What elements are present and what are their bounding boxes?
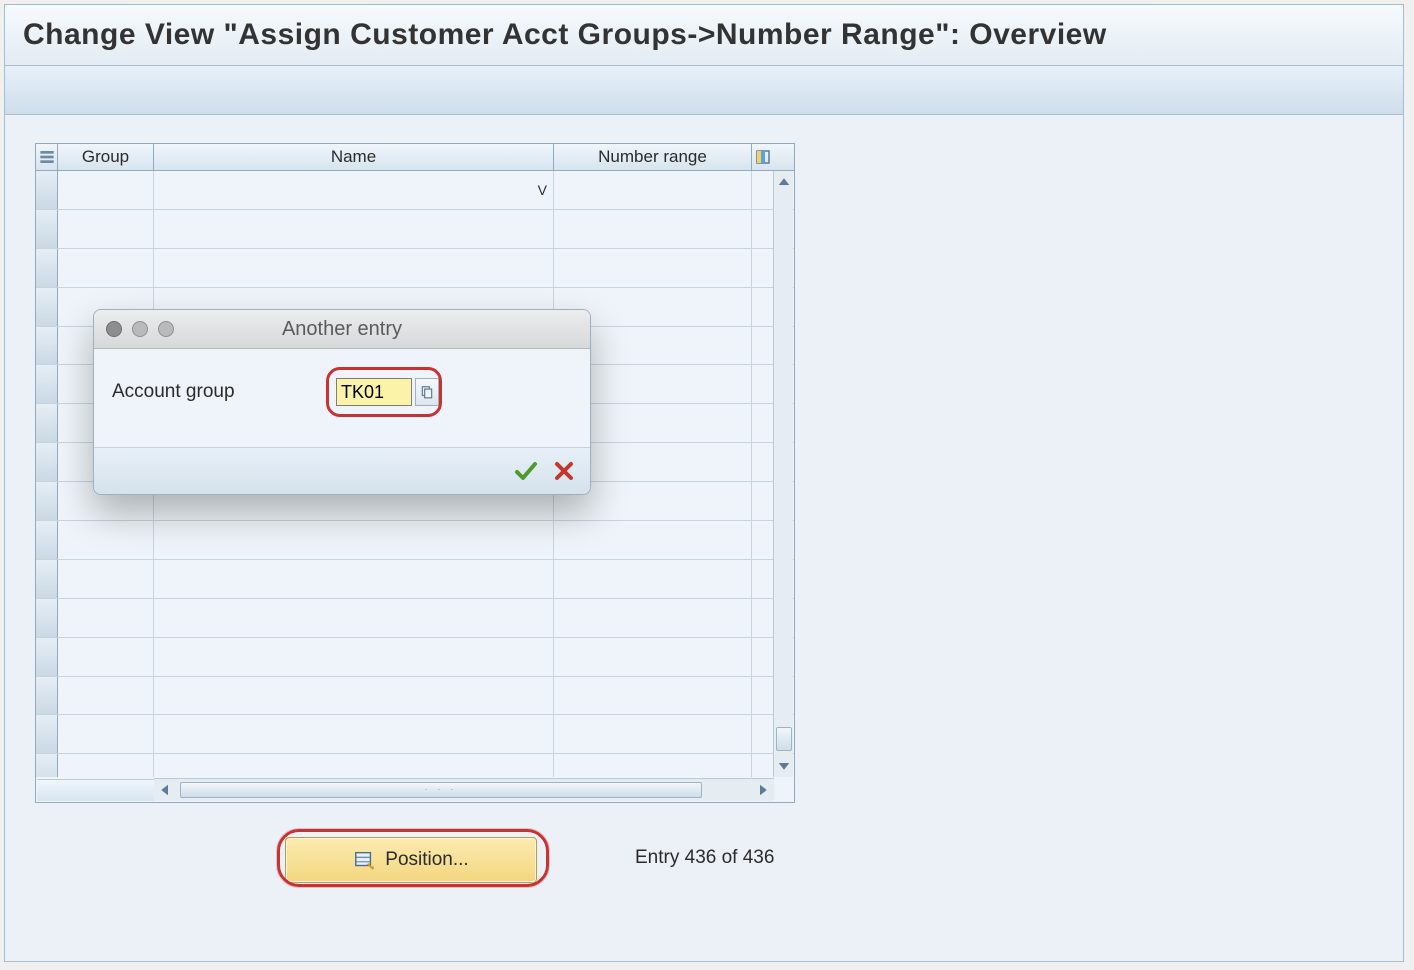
scroll-left-icon <box>156 781 174 799</box>
confirm-button[interactable] <box>514 459 538 483</box>
row-selector[interactable] <box>36 754 58 777</box>
select-rows-icon <box>39 149 55 165</box>
search-help-icon <box>420 385 434 399</box>
row-selector[interactable] <box>36 677 58 715</box>
table-row[interactable] <box>36 599 794 638</box>
dialog-footer <box>94 447 590 494</box>
table-row[interactable] <box>36 715 794 754</box>
row-selector[interactable] <box>36 443 58 481</box>
table-settings-icon <box>755 149 771 165</box>
cell-name-text: V <box>538 182 547 198</box>
column-header-range[interactable]: Number range <box>554 144 752 170</box>
scroll-right-icon <box>754 781 772 799</box>
cell-name[interactable]: V <box>154 171 554 209</box>
scroll-thumb-h[interactable] <box>180 782 702 798</box>
content-area: Group Name Number range V <box>35 143 795 803</box>
row-selector[interactable] <box>36 560 58 598</box>
app-window: Change View "Assign Customer Acct Groups… <box>4 4 1404 962</box>
column-header-group[interactable]: Group <box>58 144 154 170</box>
dialog-body: Account group <box>94 349 590 447</box>
table-row[interactable] <box>36 521 794 560</box>
entry-count-label: Entry 436 of 436 <box>635 847 774 869</box>
zoom-dot-icon[interactable] <box>158 321 174 337</box>
cell-pad <box>752 171 774 209</box>
account-group-input[interactable] <box>336 378 412 406</box>
position-button[interactable]: Position... <box>285 837 537 883</box>
table-row[interactable] <box>36 754 794 777</box>
column-config-button[interactable] <box>752 144 774 170</box>
row-selector[interactable] <box>36 715 58 753</box>
row-selector[interactable] <box>36 171 58 209</box>
minimize-dot-icon[interactable] <box>132 321 148 337</box>
table-row[interactable] <box>36 638 794 677</box>
grid-select-all[interactable] <box>36 144 58 170</box>
row-selector[interactable] <box>36 521 58 559</box>
position-icon <box>353 849 375 871</box>
horizontal-scrollbar[interactable] <box>154 778 774 801</box>
table-row[interactable] <box>36 210 794 249</box>
grid-footer-gap <box>37 779 154 801</box>
scroll-track[interactable] <box>774 193 793 755</box>
row-selector[interactable] <box>36 210 58 248</box>
cell-range[interactable] <box>554 171 752 209</box>
row-selector[interactable] <box>36 249 58 287</box>
traffic-lights <box>106 321 174 337</box>
vertical-scrollbar[interactable] <box>773 171 793 777</box>
table-row[interactable] <box>36 560 794 599</box>
window-title-bar: Change View "Assign Customer Acct Groups… <box>5 5 1403 66</box>
row-selector[interactable] <box>36 404 58 442</box>
scroll-down-icon <box>775 757 793 775</box>
app-toolbar <box>5 66 1403 115</box>
grid-header: Group Name Number range <box>36 144 794 171</box>
row-selector[interactable] <box>36 288 58 326</box>
account-group-label: Account group <box>112 381 322 403</box>
row-selector[interactable] <box>36 327 58 365</box>
cell-group[interactable] <box>58 171 154 209</box>
scroll-thumb[interactable] <box>776 727 792 751</box>
table-row[interactable] <box>36 677 794 716</box>
account-group-field-wrap <box>336 377 439 407</box>
window-title: Change View "Assign Customer Acct Groups… <box>23 18 1107 52</box>
bottom-bar: Position... Entry 436 of 436 <box>35 835 935 885</box>
row-selector[interactable] <box>36 482 58 520</box>
row-selector[interactable] <box>36 638 58 676</box>
search-help-button[interactable] <box>415 378 439 406</box>
dialog-titlebar[interactable]: Another entry <box>94 310 590 349</box>
scroll-track-h[interactable] <box>176 779 752 801</box>
position-button-label: Position... <box>385 849 468 871</box>
column-header-name[interactable]: Name <box>154 144 554 170</box>
close-dot-icon[interactable] <box>106 321 122 337</box>
scroll-up-icon <box>775 173 793 191</box>
row-selector[interactable] <box>36 599 58 637</box>
row-selector[interactable] <box>36 365 58 403</box>
table-row[interactable]: V <box>36 171 794 210</box>
table-row[interactable] <box>36 249 794 288</box>
another-entry-dialog: Another entry Account group <box>93 309 591 495</box>
cancel-button[interactable] <box>552 459 576 483</box>
